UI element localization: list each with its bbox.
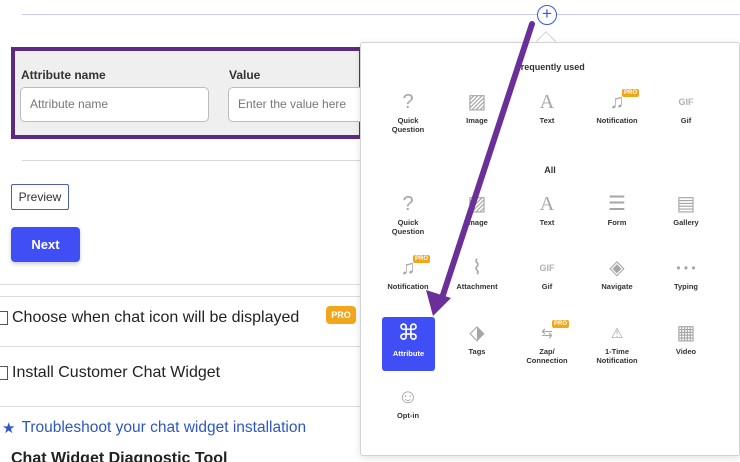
annotation-arrow [426, 21, 535, 316]
